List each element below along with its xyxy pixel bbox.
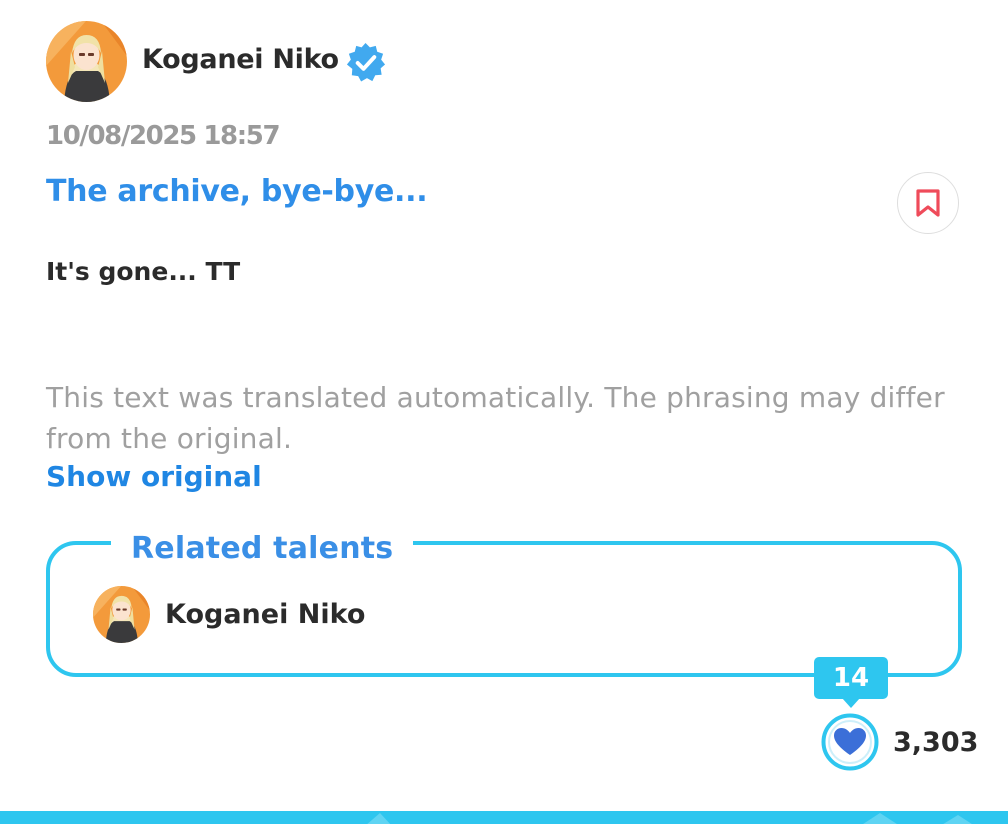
related-talents-title: Related talents	[131, 531, 394, 566]
like-count-bubble: 14	[814, 657, 888, 699]
bookmark-icon	[916, 189, 940, 217]
avatar-image	[46, 21, 127, 102]
related-talents-header: Related talents	[111, 528, 414, 570]
bottom-bar-pattern	[0, 813, 1008, 824]
author-name[interactable]: Koganei Niko	[142, 44, 339, 75]
verified-badge-icon	[346, 42, 386, 82]
post-body: It's gone... TT	[46, 257, 241, 286]
author-avatar[interactable]	[46, 21, 127, 102]
like-bubble-tail	[842, 698, 860, 708]
bottom-bar	[0, 811, 1008, 824]
translation-note: This text was translated automatically. …	[46, 381, 945, 455]
talent-name: Koganei Niko	[165, 599, 366, 630]
related-talent-item[interactable]: Koganei Niko	[93, 586, 365, 643]
show-original-link[interactable]: Show original	[46, 460, 262, 493]
post-timestamp: 10/08/2025 18:57	[46, 121, 281, 151]
like-total: 3,303	[893, 727, 979, 758]
avatar-image	[93, 586, 150, 643]
like-button[interactable]	[821, 713, 879, 771]
bookmark-button[interactable]	[897, 172, 959, 234]
post-title: The archive, bye-bye...	[46, 174, 428, 209]
talent-avatar	[93, 586, 150, 643]
